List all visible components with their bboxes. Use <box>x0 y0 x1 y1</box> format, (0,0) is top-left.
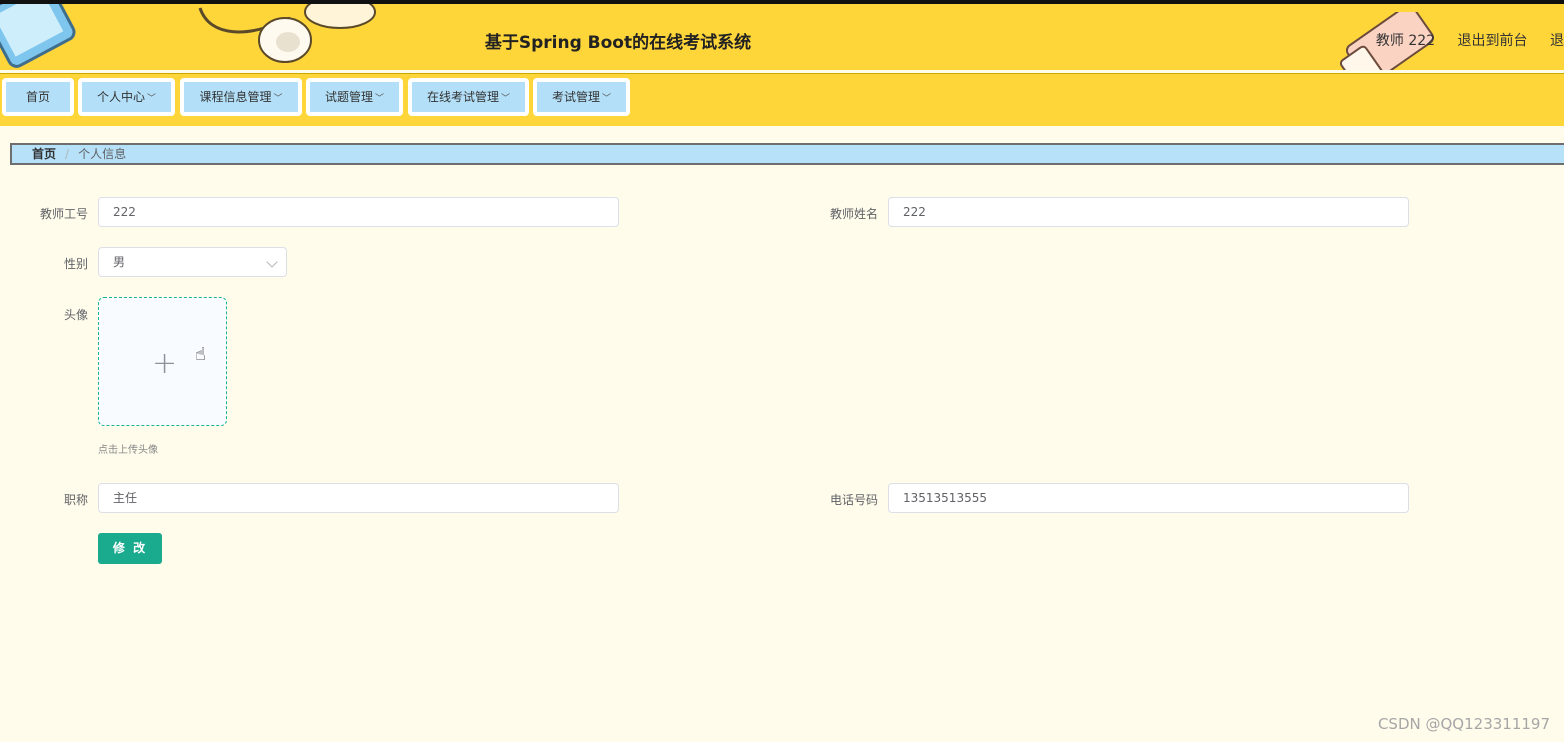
page-title: 基于Spring Boot的在线考试系统 <box>484 33 752 53</box>
chevron-down-icon: ﹀ <box>602 94 612 104</box>
gender-label: 性别 <box>63 257 88 271</box>
chevron-down-icon: ﹀ <box>273 94 283 104</box>
nav-item-course-info[interactable]: 课程信息管理 ﹀ <box>180 78 302 116</box>
breadcrumb: 首页 / 个人信息 <box>10 143 1564 165</box>
nav-item-online-exam[interactable]: 在线考试管理 ﹀ <box>408 78 529 116</box>
job-title-label: 职称 <box>63 493 88 507</box>
nav-item-label: 首页 <box>25 90 50 104</box>
plus-icon: + <box>152 346 178 381</box>
nav-item-label: 课程信息管理 <box>199 90 272 104</box>
nav-item-label: 个人中心 <box>96 90 145 104</box>
nav-item-question-management[interactable]: 试题管理 ﹀ <box>306 78 403 116</box>
chevron-down-icon <box>266 256 278 268</box>
avatar-label: 头像 <box>63 308 88 322</box>
top-nav: 首页 个人中心 ﹀ 课程信息管理 ﹀ 试题管理 ﹀ 在线考试管理 ﹀ 考试管理 ﹀ <box>0 73 1564 126</box>
avatar-uploader[interactable]: + ☝ <box>98 297 227 426</box>
hand-pointer-icon: ☝ <box>195 344 206 365</box>
header-banner: 基于Spring Boot的在线考试系统 教师 222 退出到前台 退 <box>0 4 1564 70</box>
phone-field[interactable]: 13513513555 <box>888 483 1409 513</box>
nav-item-label: 在线考试管理 <box>426 90 499 104</box>
nav-item-home[interactable]: 首页 <box>2 78 74 116</box>
chevron-down-icon: ﹀ <box>501 94 511 104</box>
teacher-name-label: 教师姓名 <box>829 207 878 221</box>
gender-select[interactable]: 男 <box>98 247 287 277</box>
chevron-down-icon: ﹀ <box>147 94 157 104</box>
teacher-name-field[interactable]: 222 <box>888 197 1409 227</box>
nav-item-label: 考试管理 <box>551 90 600 104</box>
phone-label: 电话号码 <box>829 493 878 507</box>
upload-tip: 点击上传头像 <box>98 445 158 456</box>
breadcrumb-home[interactable]: 首页 <box>32 147 56 161</box>
nav-item-personal-center[interactable]: 个人中心 ﹀ <box>78 78 175 116</box>
logout-link[interactable]: 退 <box>1550 33 1564 49</box>
job-title-field[interactable]: 主任 <box>98 483 619 513</box>
user-area: 教师 222 退出到前台 退 <box>1376 30 1564 50</box>
watermark: CSDN @QQ123311197 <box>1377 715 1550 733</box>
gender-value: 男 <box>113 255 126 269</box>
teacher-id-label: 教师工号 <box>39 207 88 221</box>
breadcrumb-separator: / <box>65 147 70 161</box>
chevron-down-icon: ﹀ <box>375 94 385 104</box>
teacher-id-field[interactable]: 222 <box>98 197 619 227</box>
breadcrumb-current: 个人信息 <box>78 147 127 161</box>
nav-item-label: 试题管理 <box>324 90 373 104</box>
exit-to-frontend-link[interactable]: 退出到前台 <box>1458 33 1528 49</box>
nav-item-exam-management[interactable]: 考试管理 ﹀ <box>533 78 630 116</box>
current-user: 教师 222 <box>1375 33 1436 49</box>
modify-button[interactable]: 修 改 <box>98 533 162 564</box>
